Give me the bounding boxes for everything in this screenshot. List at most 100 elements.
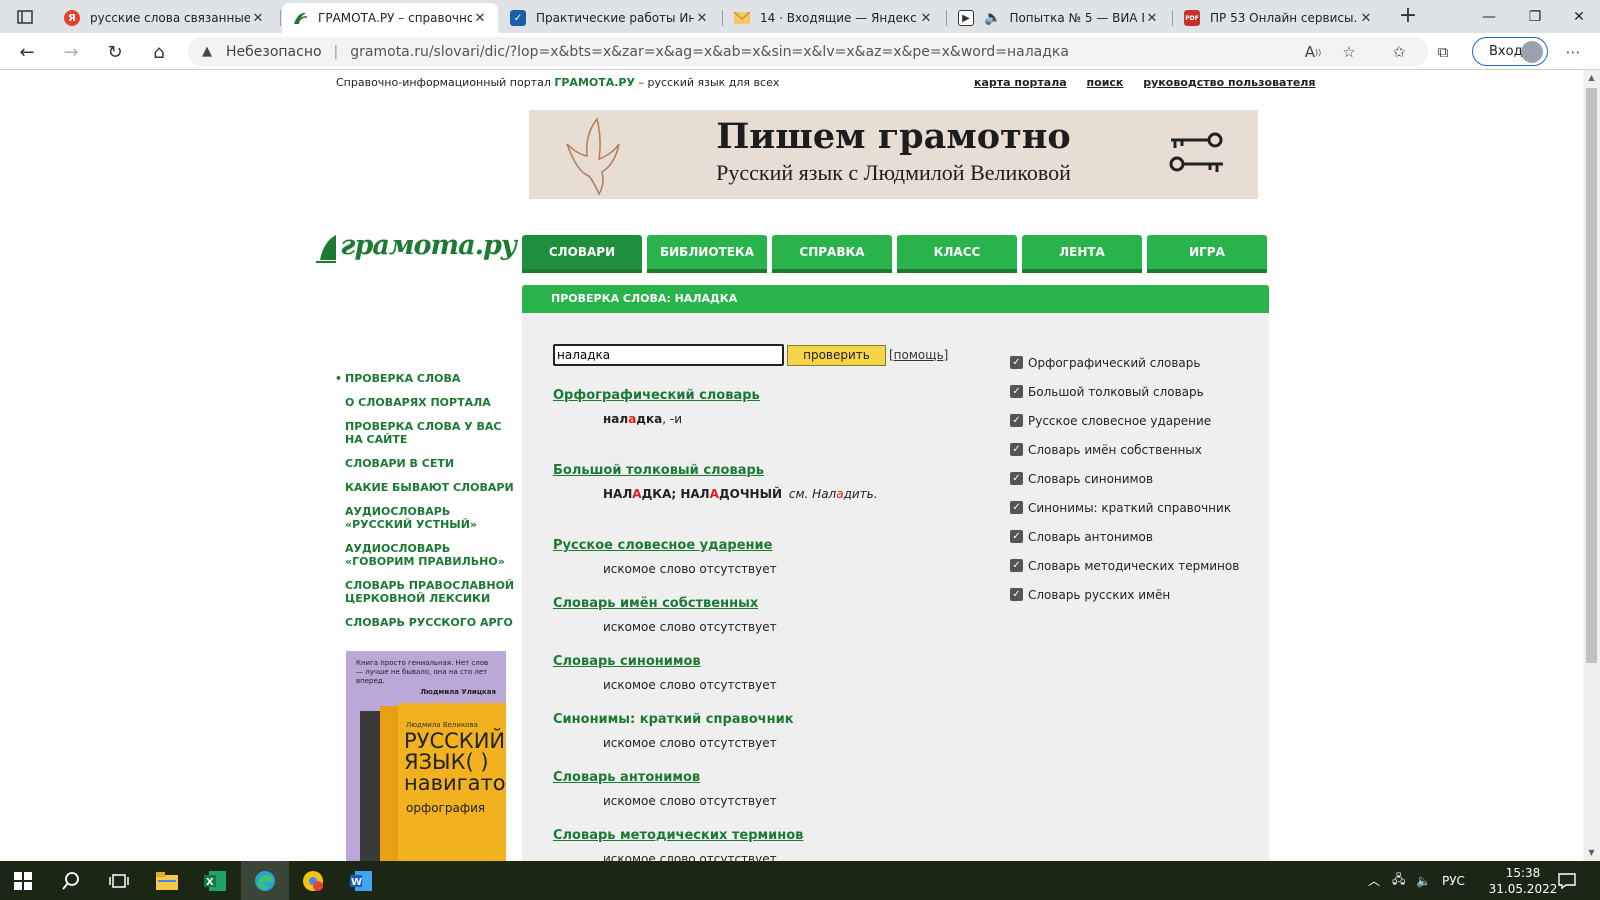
- link-site-map[interactable]: карта портала: [974, 76, 1067, 89]
- close-icon[interactable]: ✕: [1358, 11, 1374, 26]
- close-icon[interactable]: ✕: [694, 11, 710, 26]
- close-icon[interactable]: ✕: [918, 11, 934, 26]
- favorites-icon[interactable]: ✩: [1386, 39, 1412, 65]
- nav-church-lexicon[interactable]: СЛОВАРЬ ПРАВОСЛАВНОЙ ЦЕРКОВНОЙ ЛЕКСИКИ: [338, 579, 516, 605]
- checkbox-orthographic[interactable]: ✓ Орфографический словарь: [1010, 355, 1239, 370]
- nav-online-dictionaries[interactable]: СЛОВАРИ В СЕТИ: [338, 457, 516, 470]
- check-button[interactable]: проверить: [787, 344, 886, 366]
- forward-button[interactable]: →: [58, 39, 84, 65]
- tab-mail[interactable]: 14 · Входящие — Яндекс По ✕: [724, 3, 944, 33]
- add-favorite-icon[interactable]: ☆: [1336, 39, 1362, 65]
- banner-ad[interactable]: Пишем грамотно Русский язык с Людмилой В…: [529, 110, 1258, 199]
- close-window-button[interactable]: ✕: [1556, 0, 1600, 33]
- nav-word-check[interactable]: ПРОВЕРКА СЛОВА: [335, 372, 516, 385]
- tab-media[interactable]: ▶ 🔈 Попытка № 5 — ВИА ГР ✕: [948, 3, 1170, 33]
- checkbox-explanatory[interactable]: ✓ Большой толковый словарь: [1010, 384, 1239, 399]
- checkbox-russian-names[interactable]: ✓ Словарь русских имён: [1010, 587, 1239, 602]
- nav-audio-speak-correctly[interactable]: АУДИОСЛОВАРЬ «ГОВОРИМ ПРАВИЛЬНО»: [338, 542, 516, 568]
- checkbox-icon[interactable]: ✓: [1010, 559, 1023, 572]
- result-heading[interactable]: Русское словесное ударение: [553, 538, 772, 553]
- menu-feed[interactable]: ЛЕНТА: [1022, 235, 1142, 273]
- help-link[interactable]: [помощь]: [889, 348, 948, 362]
- volume-icon[interactable]: 🔈: [1416, 861, 1431, 900]
- tab-actions-icon[interactable]: [8, 6, 42, 28]
- task-view-icon[interactable]: [106, 868, 132, 894]
- scroll-thumb[interactable]: [1586, 88, 1597, 663]
- file-explorer-icon[interactable]: [154, 868, 180, 894]
- collections-icon[interactable]: ⧉: [1430, 39, 1456, 65]
- menu-class[interactable]: КЛАСС: [897, 235, 1017, 273]
- checkbox-icon[interactable]: ✓: [1010, 385, 1023, 398]
- warning-icon[interactable]: ▲: [202, 44, 218, 59]
- excel-icon[interactable]: X: [202, 868, 228, 894]
- nav-argo-dictionary[interactable]: СЛОВАРЬ РУССКОГО АРГО: [338, 616, 516, 629]
- checkbox-methodic-terms[interactable]: ✓ Словарь методических терминов: [1010, 558, 1239, 573]
- nav-about-dictionaries[interactable]: О СЛОВАРЯХ ПОРТАЛА: [338, 396, 516, 409]
- checkbox-antonyms[interactable]: ✓ Словарь антонимов: [1010, 529, 1239, 544]
- edge-icon[interactable]: [252, 868, 278, 894]
- reload-button[interactable]: ↻: [102, 39, 128, 65]
- checkbox-stress[interactable]: ✓ Русское словесное ударение: [1010, 413, 1239, 428]
- checkbox-proper-names[interactable]: ✓ Словарь имён собственных: [1010, 442, 1239, 457]
- link-user-guide[interactable]: руководство пользователя: [1143, 76, 1315, 89]
- tab-practical[interactable]: ✓ Практические работы Интер ✕: [500, 3, 720, 33]
- checkbox-synonyms[interactable]: ✓ Словарь синонимов: [1010, 471, 1239, 486]
- checkbox-icon[interactable]: ✓: [1010, 588, 1023, 601]
- read-aloud-icon[interactable]: A)): [1300, 39, 1326, 65]
- close-icon[interactable]: ✕: [1144, 11, 1160, 26]
- language-indicator[interactable]: РУС: [1442, 861, 1465, 900]
- tray-chevron-icon[interactable]: ︿: [1368, 861, 1380, 900]
- new-tab-button[interactable]: +: [1396, 4, 1420, 28]
- windows-start-icon[interactable]: [10, 868, 36, 894]
- result-heading[interactable]: Словарь методических терминов: [553, 828, 803, 843]
- login-button[interactable]: Вход: [1472, 37, 1548, 66]
- menu-dictionaries[interactable]: СЛОВАРИ: [522, 235, 642, 273]
- home-button[interactable]: ⌂: [146, 39, 172, 65]
- tagline-brand[interactable]: ГРАМОТА.РУ: [554, 76, 635, 89]
- nav-check-on-your-site[interactable]: ПРОВЕРКА СЛОВА У ВАС НА САЙТЕ: [338, 420, 516, 446]
- checkbox-icon[interactable]: ✓: [1010, 472, 1023, 485]
- close-icon[interactable]: ✕: [250, 11, 266, 26]
- checkbox-icon[interactable]: ✓: [1010, 443, 1023, 456]
- address-bar[interactable]: ▲ Небезопасно | gramota.ru/slovari/dic/?…: [188, 37, 1428, 66]
- page-scrollbar[interactable]: ▲ ▼: [1583, 70, 1600, 861]
- nav-dictionary-types[interactable]: КАКИЕ БЫВАЮТ СЛОВАРИ: [338, 481, 516, 494]
- system-clock[interactable]: 15:38 31.05.2022: [1488, 865, 1558, 897]
- site-logo[interactable]: грамота.ру: [316, 220, 517, 270]
- menu-reference[interactable]: СПРАВКА: [772, 235, 892, 273]
- result-heading[interactable]: Словарь синонимов: [553, 654, 701, 669]
- security-label[interactable]: Небезопасно: [226, 44, 322, 60]
- checkbox-icon[interactable]: ✓: [1010, 501, 1023, 514]
- more-menu-icon[interactable]: ⋯: [1560, 39, 1586, 65]
- speaker-icon[interactable]: 🔈: [984, 10, 1001, 26]
- url-text[interactable]: gramota.ru/slovari/dic/?lop=x&bts=x&zar=…: [350, 44, 1069, 60]
- tab-pdf[interactable]: PDF ПР 53 Онлайн сервисы.pdf ✕: [1174, 3, 1384, 33]
- notifications-icon[interactable]: [1558, 861, 1576, 900]
- link-search[interactable]: поиск: [1087, 76, 1124, 89]
- scroll-up-icon[interactable]: ▲: [1583, 70, 1600, 86]
- word-icon[interactable]: W: [348, 868, 374, 894]
- menu-game[interactable]: ИГРА: [1147, 235, 1267, 273]
- checkbox-icon[interactable]: ✓: [1010, 414, 1023, 427]
- checkbox-icon[interactable]: ✓: [1010, 530, 1023, 543]
- checkbox-icon[interactable]: ✓: [1010, 356, 1023, 369]
- nav-audio-russian-oral[interactable]: АУДИОСЛОВАРЬ «РУССКИЙ УСТНЫЙ»: [338, 505, 516, 531]
- tab-yandex[interactable]: Я русские слова связанные с т ✕: [54, 3, 276, 33]
- menu-library[interactable]: БИБЛИОТЕКА: [647, 235, 767, 273]
- checkbox-synonyms-short[interactable]: ✓ Синонимы: краткий справочник: [1010, 500, 1239, 515]
- network-icon[interactable]: 🖧: [1392, 861, 1405, 900]
- book-advert[interactable]: Книга просто гениальная. Нет слов — лучш…: [346, 651, 506, 861]
- scroll-down-icon[interactable]: ▼: [1583, 845, 1600, 861]
- back-button[interactable]: ←: [14, 39, 40, 65]
- result-heading[interactable]: Большой толковый словарь: [553, 463, 764, 478]
- restore-button[interactable]: ❐: [1512, 0, 1558, 33]
- result-heading[interactable]: Словарь антонимов: [553, 770, 700, 785]
- result-heading[interactable]: Орфографический словарь: [553, 388, 760, 403]
- result-heading[interactable]: Словарь имён собственных: [553, 596, 758, 611]
- chrome-app-icon[interactable]: [300, 868, 326, 894]
- search-icon[interactable]: [58, 868, 84, 894]
- close-icon[interactable]: ✕: [472, 11, 488, 26]
- word-input[interactable]: [553, 344, 784, 366]
- minimize-button[interactable]: —: [1466, 0, 1512, 33]
- tab-gramota[interactable]: ГРАМОТА.РУ – справочно-и ✕: [282, 3, 498, 33]
